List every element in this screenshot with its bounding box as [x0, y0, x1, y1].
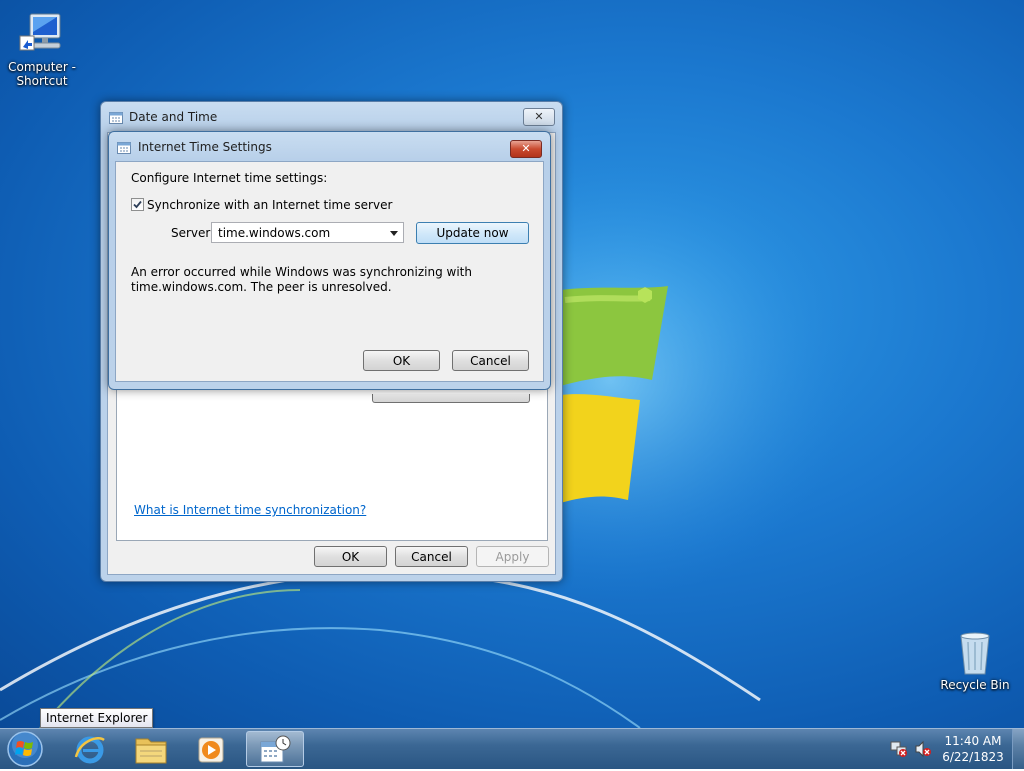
windows-explorer-icon [135, 738, 167, 764]
recycle-bin-icon [951, 628, 999, 676]
internet-time-close-button[interactable]: ✕ [510, 140, 542, 158]
internet-time-cancel-button[interactable]: Cancel [452, 350, 529, 371]
error-message-line1: An error occurred while Windows was sync… [131, 265, 472, 279]
show-desktop-button[interactable] [1012, 729, 1024, 769]
date-time-ok-button[interactable]: OK [314, 546, 387, 567]
internet-time-ok-button[interactable]: OK [363, 350, 440, 371]
computer-shortcut[interactable]: Computer - Shortcut [0, 10, 84, 88]
taskbar-media-player[interactable] [184, 731, 238, 767]
server-dropdown[interactable]: time.windows.com [211, 222, 404, 243]
date-time-icon [260, 735, 291, 763]
internet-explorer-tooltip: Internet Explorer [40, 708, 154, 728]
server-label: Server: [171, 226, 215, 240]
close-icon: ✕ [521, 142, 531, 155]
taskbar-date-time[interactable] [246, 731, 304, 767]
configure-heading: Configure Internet time settings: [131, 171, 328, 185]
error-message-line2: time.windows.com. The peer is unresolved… [131, 280, 392, 294]
change-settings-button[interactable] [372, 394, 530, 403]
checkmark-icon [133, 200, 142, 209]
date-time-titlebar[interactable]: Date and Time ✕ [101, 102, 562, 132]
date-time-icon [109, 110, 123, 124]
computer-shortcut-label-line1: Computer - [8, 60, 76, 74]
sync-checkbox[interactable] [131, 198, 144, 211]
taskbar-clock[interactable]: 11:40 AM 6/22/1823 [938, 733, 1008, 765]
clock-date: 6/22/1823 [942, 750, 1004, 764]
network-icon[interactable] [890, 740, 908, 758]
recycle-bin-label: Recycle Bin [940, 678, 1010, 692]
start-button[interactable] [6, 730, 44, 768]
chevron-down-icon [390, 231, 398, 236]
taskbar-internet-explorer[interactable] [62, 731, 116, 767]
sync-label[interactable]: Synchronize with an Internet time server [147, 198, 392, 212]
date-time-apply-button[interactable]: Apply [476, 546, 549, 567]
update-now-button[interactable]: Update now [416, 222, 529, 244]
taskbar-windows-explorer[interactable] [124, 731, 178, 767]
taskbar: 11:40 AM 6/22/1823 [0, 728, 1024, 769]
clock-time: 11:40 AM [944, 734, 1002, 748]
recycle-bin[interactable]: Recycle Bin [933, 628, 1017, 692]
date-time-title: Date and Time [129, 110, 218, 124]
media-player-icon [198, 737, 224, 763]
internet-time-client: Configure Internet time settings: Synchr… [115, 161, 544, 382]
date-time-close-button[interactable]: ✕ [523, 108, 555, 126]
date-time-cancel-button[interactable]: Cancel [395, 546, 468, 567]
internet-explorer-icon [74, 736, 105, 764]
internet-time-title: Internet Time Settings [138, 140, 272, 154]
close-icon: ✕ [534, 110, 544, 123]
internet-time-settings-dialog: Internet Time Settings ✕ Configure Inter… [108, 131, 551, 390]
computer-shortcut-icon [18, 10, 66, 58]
windows-logo-icon [7, 731, 43, 767]
internet-time-titlebar[interactable]: Internet Time Settings ✕ [109, 132, 550, 162]
internet-time-dialog-icon [117, 140, 131, 154]
volume-muted-icon[interactable] [914, 740, 932, 758]
server-value: time.windows.com [218, 226, 331, 240]
internet-time-help-link[interactable]: What is Internet time synchronization? [134, 503, 366, 517]
computer-shortcut-label-line2: Shortcut [16, 74, 68, 88]
